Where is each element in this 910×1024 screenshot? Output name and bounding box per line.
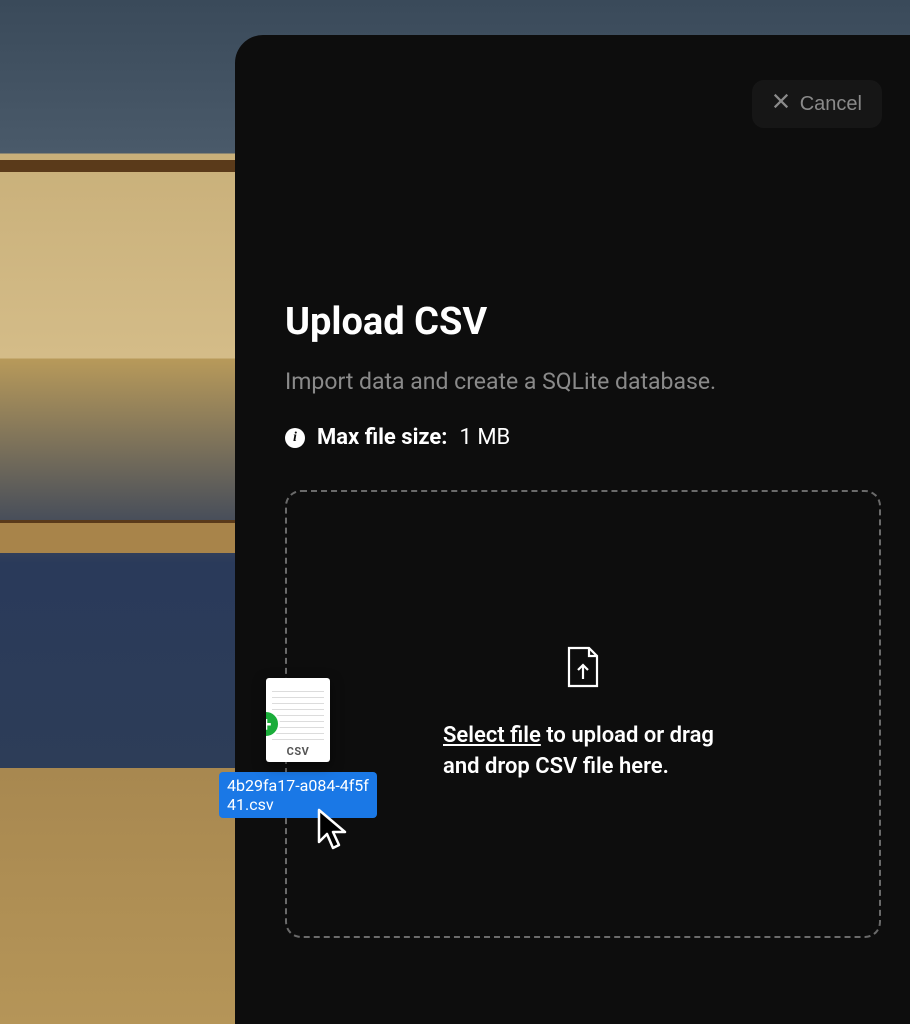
close-icon xyxy=(772,92,790,116)
dropzone-text: Select file to upload or drag and drop C… xyxy=(443,721,723,783)
file-size-info: i Max file size: 1 MB xyxy=(285,425,882,450)
page-title: Upload CSV xyxy=(285,300,882,344)
upload-file-icon xyxy=(564,645,602,693)
page-subtitle: Import data and create a SQLite database… xyxy=(285,368,882,395)
upload-csv-modal: Cancel Upload CSV Import data and create… xyxy=(235,35,910,1024)
modal-content: Upload CSV Import data and create a SQLi… xyxy=(285,300,882,938)
info-icon: i xyxy=(285,428,305,448)
csv-file-icon: CSV + xyxy=(266,678,330,762)
file-extension-label: CSV xyxy=(266,745,330,758)
cancel-button[interactable]: Cancel xyxy=(752,80,882,128)
file-size-label: Max file size: xyxy=(317,425,448,450)
dragged-file-preview: CSV + 4b29fa17-a084-4f5f41.csv xyxy=(219,678,377,818)
select-file-link[interactable]: Select file xyxy=(443,723,541,748)
cancel-button-label: Cancel xyxy=(800,93,862,116)
file-size-value: 1 MB xyxy=(460,425,511,450)
dragged-file-name: 4b29fa17-a084-4f5f41.csv xyxy=(219,772,377,818)
